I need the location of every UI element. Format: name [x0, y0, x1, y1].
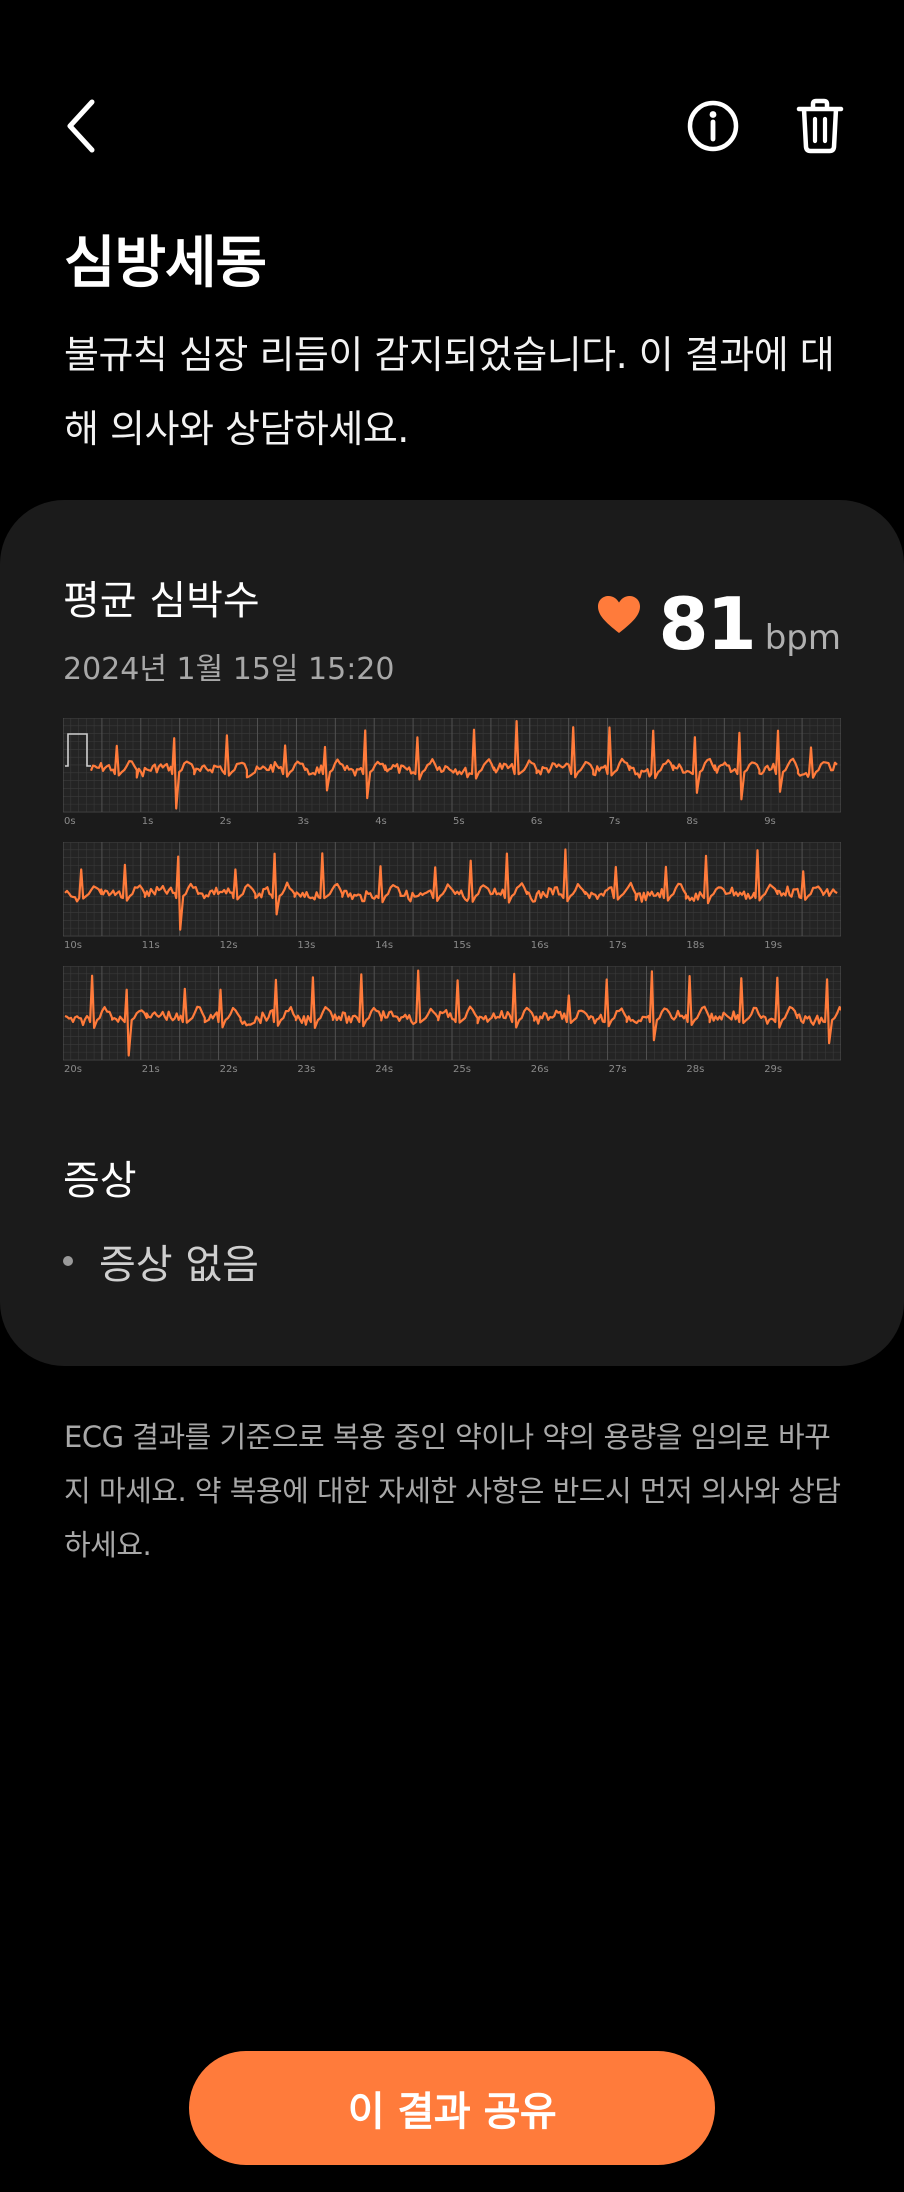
ecg-result-card: 평균 심박수 2024년 1월 15일 15:20 81 bpm 0s 1s 2s 3… [0, 500, 904, 1366]
ecg-tick-label: 12s [220, 940, 238, 951]
result-description: 불규칙 심장 리듬이 감지되었습니다. 이 결과에 대해 의사와 상담하세요. [64, 333, 835, 451]
heart-icon [597, 595, 641, 639]
measurement-date: 2024년 1월 15일 15:20 [63, 652, 395, 687]
ecg-tick-label: 14s [375, 940, 393, 951]
ecg-tick-label: 26s [531, 1064, 549, 1075]
heart-rate-display: 81 bpm [597, 582, 841, 666]
ecg-tick-label: 16s [531, 940, 549, 951]
info-button[interactable] [677, 90, 749, 162]
share-result-button[interactable]: 이 결과 공유 [189, 2051, 715, 2165]
ecg-tick-label: 2s [220, 816, 232, 827]
ecg-tick-label: 15s [453, 940, 471, 951]
ecg-tick-label: 28s [686, 1064, 704, 1075]
ecg-tick-label: 21s [142, 1064, 160, 1075]
average-heart-rate-label: 평균 심박수 [63, 578, 260, 624]
ecg-tick-label: 19s [764, 940, 782, 951]
ecg-tick-label: 23s [297, 1064, 315, 1075]
ecg-tick-label: 17s [609, 940, 627, 951]
ecg-tick-label: 0s [64, 816, 76, 827]
ecg-tick-label: 5s [453, 816, 465, 827]
ecg-strip-3: 20s 21s 22s 23s 24s 25s 26s 27s 28s 29s [63, 966, 841, 1082]
chevron-left-icon [67, 99, 95, 153]
ecg-tick-label: 24s [375, 1064, 393, 1075]
ecg-tick-label: 7s [609, 816, 621, 827]
top-app-bar [0, 0, 904, 250]
ecg-tick-label: 11s [142, 940, 160, 951]
ecg-tick-label: 13s [297, 940, 315, 951]
delete-button[interactable] [784, 90, 856, 162]
bullet-icon [63, 1256, 73, 1266]
ecg-tick-label: 6s [531, 816, 543, 827]
ecg-tick-label: 29s [764, 1064, 782, 1075]
symptom-text: 증상 없음 [99, 1242, 259, 1288]
ecg-tick-label: 8s [686, 816, 698, 827]
ecg-tick-label: 9s [764, 816, 776, 827]
symptoms-title: 증상 [63, 1158, 137, 1204]
info-icon [687, 100, 739, 152]
trash-icon [796, 98, 844, 154]
ecg-tick-label: 27s [609, 1064, 627, 1075]
ecg-tick-label: 3s [297, 816, 309, 827]
ecg-tick-label: 1s [142, 816, 154, 827]
back-button[interactable] [46, 90, 118, 162]
ecg-tick-label: 20s [64, 1064, 82, 1075]
ecg-tick-label: 4s [375, 816, 387, 827]
heart-rate-unit: bpm [764, 618, 841, 658]
ecg-tick-label: 10s [64, 940, 82, 951]
ecg-strip-2: 10s 11s 12s 13s 14s 15s 16s 17s 18s 19s [63, 842, 841, 958]
symptom-list-item: 증상 없음 [63, 1232, 259, 1290]
page-title: 심방세동 [64, 231, 267, 296]
ecg-tick-label: 22s [220, 1064, 238, 1075]
ecg-tick-label: 18s [686, 940, 704, 951]
ecg-strip-1: 0s 1s 2s 3s 4s 5s 6s 7s 8s 9s [63, 718, 841, 834]
heart-rate-value: 81 [658, 582, 757, 666]
medication-disclaimer: ECG 결과를 기준으로 복용 중인 약이나 약의 용량을 임의로 바꾸지 마세… [64, 1420, 841, 1562]
ecg-tick-label: 25s [453, 1064, 471, 1075]
